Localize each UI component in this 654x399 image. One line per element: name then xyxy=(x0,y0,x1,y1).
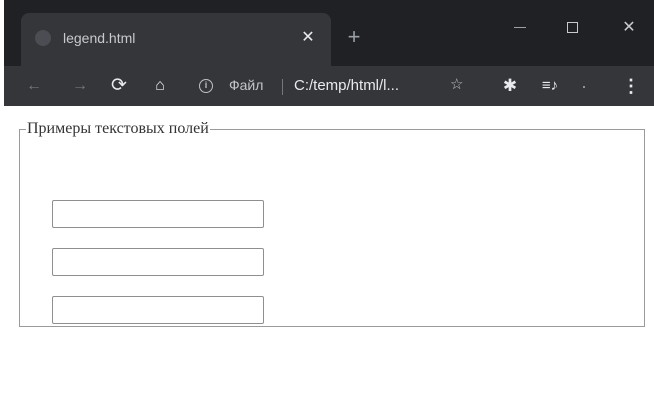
tab-strip: legend.html ✕ + ✕ xyxy=(4,0,654,66)
home-icon[interactable]: ⌂ xyxy=(148,74,172,98)
extensions-icon[interactable]: ✱ xyxy=(498,74,522,98)
tab-legend[interactable]: legend.html ✕ xyxy=(21,13,331,66)
forward-icon[interactable]: → xyxy=(68,74,92,98)
text-field-3[interactable] xyxy=(52,296,264,324)
globe-icon xyxy=(35,30,51,46)
text-field-1[interactable] xyxy=(52,200,264,228)
page-content: Примеры текстовых полей xyxy=(4,106,654,399)
address-bar[interactable]: i Файл C:/temp/html/l... ☆ xyxy=(186,70,476,102)
maximize-button[interactable] xyxy=(549,14,595,42)
media-control-icon[interactable]: ≡♪ xyxy=(538,74,562,98)
info-icon[interactable]: i xyxy=(199,79,213,93)
reload-icon[interactable]: ⟳ xyxy=(107,74,131,98)
text-fields-fieldset: Примеры текстовых полей xyxy=(19,120,645,327)
minimize-icon xyxy=(514,27,526,29)
menu-icon[interactable]: ⋮ xyxy=(619,74,643,98)
window-close-button[interactable]: ✕ xyxy=(606,14,652,42)
close-icon[interactable]: ✕ xyxy=(297,27,319,49)
divider xyxy=(282,79,283,95)
browser-window: legend.html ✕ + ✕ ← → ⟳ ⌂ i Файл C:/temp… xyxy=(4,0,654,399)
maximize-icon xyxy=(566,22,578,34)
profile-icon[interactable]: · xyxy=(572,74,596,98)
star-icon[interactable]: ☆ xyxy=(450,75,463,93)
minimize-button[interactable] xyxy=(497,14,543,42)
new-tab-button[interactable]: + xyxy=(342,25,366,49)
close-icon: ✕ xyxy=(622,19,636,36)
url-text[interactable]: C:/temp/html/l... xyxy=(294,77,399,94)
toolbar: ← → ⟳ ⌂ i Файл C:/temp/html/l... ☆ ✱ ≡♪ … xyxy=(4,66,654,106)
tab-title: legend.html xyxy=(63,30,136,46)
back-icon[interactable]: ← xyxy=(22,74,46,98)
fieldset-legend: Примеры текстовых полей xyxy=(27,120,209,137)
scheme-label: Файл xyxy=(229,77,264,93)
text-field-2[interactable] xyxy=(52,248,264,276)
